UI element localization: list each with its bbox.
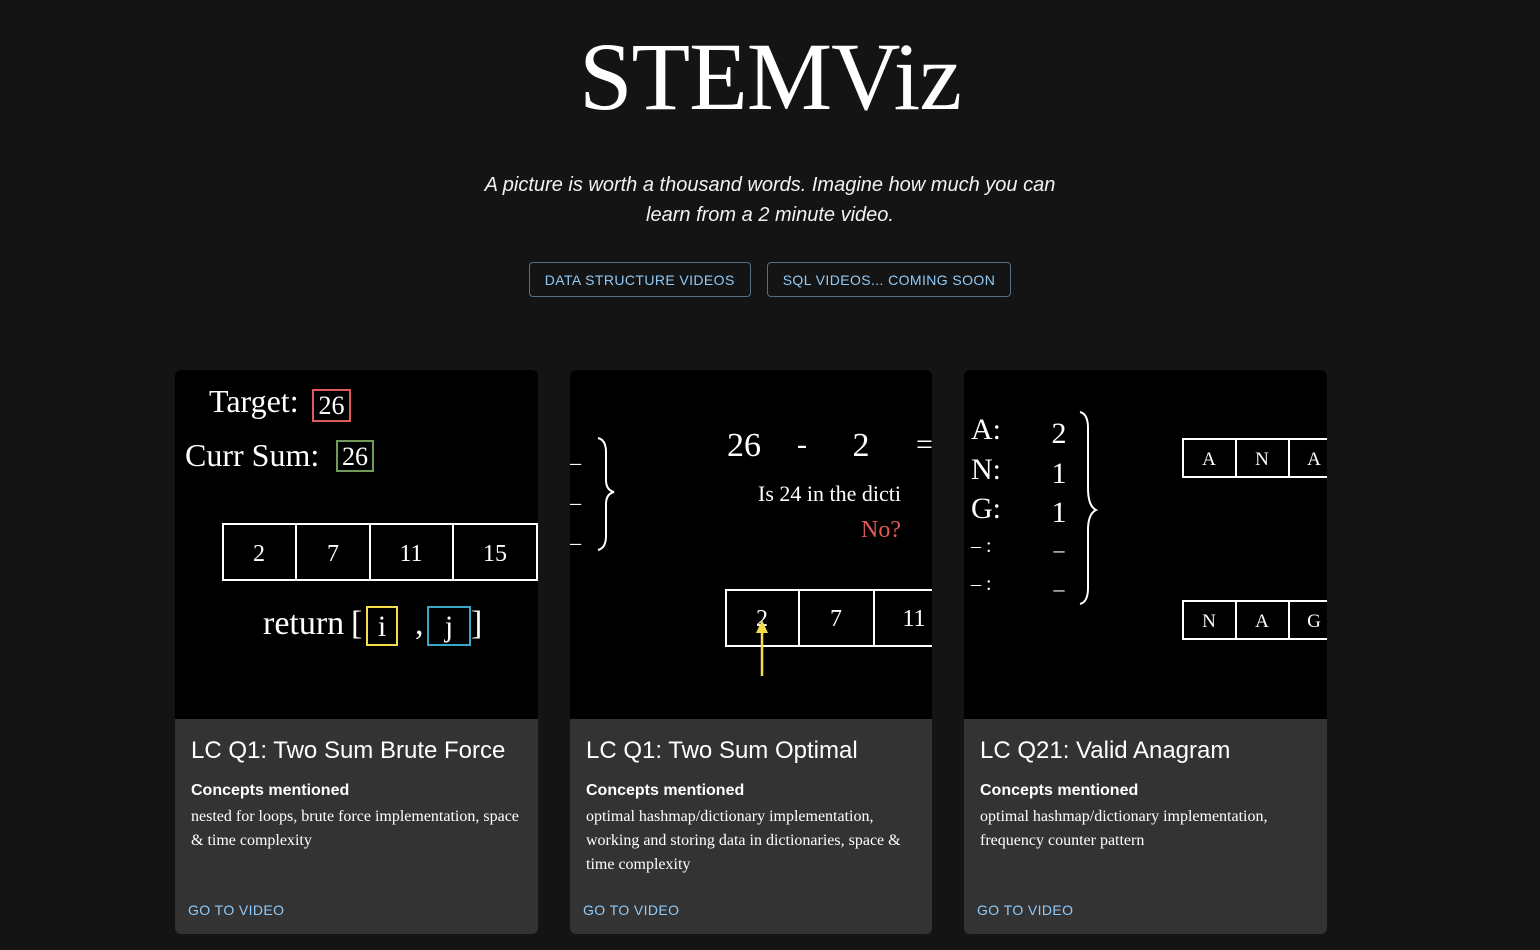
tagline: A picture is worth a thousand words. Ima… [484, 174, 1056, 226]
site-title: STEMViz [579, 23, 962, 130]
video-thumbnail[interactable]: Target: 26 Curr Sum: 26 2 7 11 15 return… [175, 370, 538, 719]
answer-text: No? [861, 517, 901, 543]
dash-item: _ [570, 482, 582, 507]
card-body: LC Q21: Valid Anagram Concepts mentioned… [964, 719, 1327, 853]
freq-key: A: [971, 413, 1001, 446]
return-word: return [263, 605, 344, 642]
go-to-video-link[interactable]: GO TO VIDEO [977, 902, 1073, 918]
sql-videos-button[interactable]: SQL VIDEOS... COMING SOON [766, 262, 1012, 297]
concepts-text: optimal hashmap/dictionary implementatio… [586, 808, 901, 873]
freq-value: 1 [1052, 496, 1067, 529]
card-title: LC Q1: Two Sum Optimal [586, 737, 858, 764]
concepts-text: nested for loops, brute force implementa… [191, 808, 519, 849]
array-row: 2 7 11 15 [222, 523, 538, 581]
concepts-label: Concepts mentioned [586, 782, 745, 799]
equation-a: 26 [727, 427, 761, 464]
target-label: Target: [209, 383, 299, 419]
go-to-video-link[interactable]: GO TO VIDEO [188, 902, 284, 918]
freq-value: – [1053, 537, 1066, 562]
target-value: 26 [319, 391, 345, 420]
j-var: j [444, 610, 453, 643]
open-bracket: [ [351, 605, 362, 642]
array-cell: 15 [483, 541, 507, 567]
video-card-two-sum-brute-force[interactable]: Target: 26 Curr Sum: 26 2 7 11 15 return… [175, 370, 538, 934]
bottom-letter-row: N A G [1182, 600, 1327, 640]
freq-key: G: [971, 492, 1001, 525]
letter-cell: A [1307, 449, 1321, 470]
letter-cell: A [1202, 449, 1216, 470]
video-card-two-sum-optimal[interactable]: _ _ _ 26 - 2 = Is 24 in the dicti No? 2 … [570, 370, 932, 934]
freq-key: – : [970, 573, 992, 595]
array-row: 2 7 11 [725, 589, 932, 647]
array-cell: 11 [902, 606, 925, 632]
letter-cell: A [1255, 611, 1269, 632]
freq-value: – [1053, 576, 1066, 601]
card-title: LC Q1: Two Sum Brute Force [191, 737, 506, 764]
brace [597, 437, 615, 551]
card-body: LC Q1: Two Sum Optimal Concepts mentione… [570, 719, 932, 877]
top-letter-row: A N A [1182, 438, 1327, 478]
freq-value: 1 [1052, 457, 1067, 490]
equation-eq: = [916, 428, 932, 461]
letter-cell: G [1307, 611, 1321, 632]
array-cell: 7 [327, 541, 339, 567]
freq-key: – : [970, 535, 992, 557]
brace [1079, 411, 1099, 605]
concepts-label: Concepts mentioned [980, 782, 1139, 799]
letter-cell: N [1202, 611, 1216, 632]
freq-value: 2 [1052, 417, 1067, 450]
page: STEMViz A picture is worth a thousand wo… [0, 0, 1540, 950]
array-cell: 2 [253, 541, 265, 567]
video-card-valid-anagram[interactable]: A: N: G: – : – : 2 1 1 – – A N A N A G L… [964, 370, 1327, 934]
go-to-video-link[interactable]: GO TO VIDEO [583, 902, 679, 918]
equation-op: - [797, 428, 807, 461]
freq-key: N: [971, 453, 1001, 486]
question-text: Is 24 in the dicti [758, 481, 901, 506]
dash-item: _ [570, 442, 582, 467]
concepts-label: Concepts mentioned [191, 782, 350, 799]
data-structure-videos-button[interactable]: DATA STRUCTURE VIDEOS [528, 262, 751, 297]
video-thumbnail[interactable]: A: N: G: – : – : 2 1 1 – – A N A N A G [964, 370, 1327, 719]
card-title: LC Q21: Valid Anagram [980, 737, 1231, 764]
dash-item: _ [570, 522, 582, 547]
nav-buttons: DATA STRUCTURE VIDEOS SQL VIDEOS... COMI… [0, 262, 1540, 297]
letter-cell: N [1255, 449, 1269, 470]
array-cell: 11 [399, 541, 422, 567]
sum-value: 26 [342, 442, 368, 471]
concepts-text: optimal hashmap/dictionary implementatio… [980, 808, 1268, 849]
comma: , [415, 605, 424, 642]
close-bracket: ] [471, 605, 482, 642]
array-cell: 7 [830, 606, 842, 632]
card-body: LC Q1: Two Sum Brute Force Concepts ment… [175, 719, 538, 853]
video-thumbnail[interactable]: _ _ _ 26 - 2 = Is 24 in the dicti No? 2 … [570, 370, 932, 719]
i-var: i [378, 610, 386, 643]
equation-b: 2 [853, 427, 870, 464]
curr-sum-label: Curr Sum: [185, 437, 319, 473]
